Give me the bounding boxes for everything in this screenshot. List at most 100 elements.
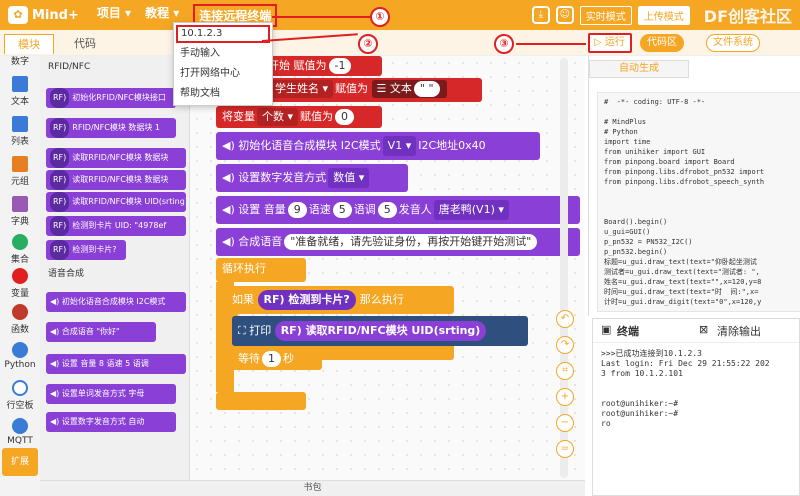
- palette-section-rfid: RFID/NFC: [48, 62, 91, 72]
- palette-block-rfid-read2[interactable]: RF) 读取RFID/NFC模块 数据块: [46, 170, 186, 190]
- code-view[interactable]: # -*- coding: UTF-8 -*- # MindPlus # Pyt…: [597, 92, 800, 312]
- terminal-title: 终端: [617, 325, 639, 338]
- speaker-icon: ◀): [222, 171, 239, 184]
- terminal-header: ▣ 终端 ⊠ 清除输出: [593, 319, 799, 343]
- annotation-marker-1: ①: [370, 7, 390, 27]
- tab-code[interactable]: 代码: [60, 34, 110, 54]
- file-system-button[interactable]: 文件系统: [706, 34, 760, 52]
- palette-block-rfid-uid[interactable]: RF) 读取RFID/NFC模块 UID(srting): [46, 192, 186, 212]
- tab-row: 模块 代码 代码区 文件系统: [0, 30, 800, 56]
- speaker-icon: ◀): [50, 389, 62, 398]
- category-list[interactable]: 列表: [0, 116, 40, 147]
- list-icon: [12, 116, 28, 132]
- code-panel-title: 自动生成: [589, 60, 689, 78]
- category-unihiker[interactable]: 行空板: [0, 380, 40, 411]
- backpack-bar[interactable]: 书包: [40, 480, 585, 496]
- speaker-icon: ◀): [222, 235, 239, 248]
- speaker-icon: ◀): [50, 417, 62, 426]
- palette-block-tts-speak[interactable]: ◀) 合成语音 "你好": [46, 322, 156, 342]
- read-uid-block[interactable]: RF) 读取RFID/NFC模块 UID(srting): [274, 321, 487, 341]
- mindplus-logo-icon: ✿: [8, 6, 28, 24]
- user-icon[interactable]: ☺: [555, 6, 574, 24]
- zoom-controls: ↶ ↷ ⌗ + − =: [556, 310, 576, 466]
- palette-block-tts-voice[interactable]: ◀) 设置 音量 8 语速 5 语调: [46, 354, 186, 374]
- play-icon: ▷: [594, 37, 605, 48]
- code-area-button[interactable]: 代码区: [640, 34, 684, 52]
- terminal-panel: ▣ 终端 ⊠ 清除输出 >>>已成功连接到10.1.2.3 Last login…: [592, 318, 800, 496]
- undo-icon[interactable]: ↶: [556, 310, 574, 328]
- block-print[interactable]: ⛶ 打印 RF) 读取RFID/NFC模块 UID(srting): [232, 316, 528, 346]
- block-tts-speak[interactable]: ◀) 合成语音 "准备就绪，请先验证身份，再按开始键开始测试": [216, 228, 580, 256]
- dropdown-item-ip[interactable]: 10.1.2.3: [176, 25, 270, 43]
- speaker-icon: ◀): [222, 203, 239, 216]
- category-tuple[interactable]: 元组: [0, 156, 40, 187]
- tuple-icon: [12, 156, 28, 172]
- run-button[interactable]: ▷ 运行: [588, 33, 632, 53]
- redo-icon[interactable]: ↷: [556, 336, 574, 354]
- speaker-icon: ◀): [222, 139, 239, 152]
- text-icon: [12, 76, 28, 92]
- category-python[interactable]: Python: [0, 342, 40, 370]
- extension-button[interactable]: 扩展: [2, 448, 38, 476]
- set-icon: [12, 234, 28, 250]
- block-set-var-2[interactable]: 学生姓名 ▾ 赋值为 ☰ 文本 " ": [262, 78, 482, 102]
- toolbar-right: ⤓ ☺ 实时模式 上传模式 DF创客社区: [531, 0, 792, 30]
- category-dict[interactable]: 字典: [0, 196, 40, 227]
- clear-output-button[interactable]: 清除输出: [717, 323, 761, 339]
- block-loop[interactable]: 循环执行: [216, 258, 306, 282]
- df-brand-watermark: DF创客社区: [703, 7, 792, 26]
- tab-modules[interactable]: 模块: [4, 34, 54, 54]
- text-list-icon: ☰: [376, 82, 390, 95]
- menu-project[interactable]: 项目 ▾: [91, 4, 137, 27]
- palette-block-rfid-write[interactable]: RF) RFID/NFC模块 数据块 1: [46, 118, 176, 138]
- palette-block-rfid-init[interactable]: RF) 初始化RFID/NFC模块接口: [46, 88, 176, 108]
- crop-icon[interactable]: ⌗: [556, 362, 574, 380]
- python-icon: ⛶: [238, 324, 250, 337]
- detect-card-block[interactable]: RF) 检测到卡片?: [257, 290, 356, 310]
- dropdown-item-network-center[interactable]: 打开网络中心: [174, 65, 272, 83]
- palette-block-rfid-detect-uid[interactable]: RF) 检测到卡片 UID: "4978ef: [46, 216, 186, 236]
- block-tts-digit-mode[interactable]: ◀) 设置数字发音方式 数值 ▾: [216, 164, 408, 192]
- block-loop-end: [216, 392, 306, 410]
- terminal-output[interactable]: >>>已成功连接到10.1.2.3 Last login: Fri Dec 29…: [601, 349, 797, 489]
- zoom-in-icon[interactable]: +: [556, 388, 574, 406]
- category-variable[interactable]: 变量: [0, 268, 40, 299]
- remote-terminal-dropdown: 10.1.2.3 手动输入 打开网络中心 帮助文档: [173, 22, 273, 106]
- palette-block-rfid-read1[interactable]: RF) 读取RFID/NFC模块 数据块: [46, 148, 186, 168]
- category-mqtt[interactable]: MQTT: [0, 418, 40, 446]
- palette-section-tts: 语音合成: [48, 269, 85, 279]
- category-number[interactable]: 数字: [0, 54, 40, 67]
- annotation-line-1: [272, 16, 370, 18]
- zoom-out-icon[interactable]: −: [556, 414, 574, 432]
- variable-icon: [12, 268, 28, 284]
- mqtt-icon: [12, 418, 28, 434]
- palette-block-tts-word[interactable]: ◀) 设置单词发音方式 字母: [46, 384, 176, 404]
- category-function[interactable]: 函数: [0, 304, 40, 335]
- app-logo: ✿ Mind+: [8, 6, 79, 24]
- block-set-var-3[interactable]: 将变量 个数 ▾ 赋值为 0: [216, 106, 382, 128]
- palette-block-tts-digit[interactable]: ◀) 设置数字发音方式 自动: [46, 412, 176, 432]
- block-wait[interactable]: 等待 1 秒: [232, 348, 322, 370]
- speaker-icon: ◀): [50, 297, 62, 306]
- annotation-marker-2: ②: [358, 34, 378, 54]
- upload-mode-button[interactable]: 上传模式: [637, 5, 690, 25]
- dropdown-item-manual[interactable]: 手动输入: [174, 45, 272, 63]
- save-icon[interactable]: ⤓: [531, 6, 550, 24]
- palette-block-tts-init[interactable]: ◀) 初始化语音合成模块 I2C模式: [46, 292, 186, 312]
- text-block[interactable]: ☰ 文本 " ": [371, 80, 447, 98]
- terminal-icon: ▣: [601, 323, 612, 336]
- category-set[interactable]: 集合: [0, 234, 40, 265]
- zoom-reset-icon[interactable]: =: [556, 440, 574, 458]
- block-if[interactable]: 如果 RF) 检测到卡片? 那么执行: [226, 286, 454, 314]
- realtime-mode-button[interactable]: 实时模式: [579, 5, 632, 25]
- dropdown-item-help[interactable]: 帮助文档: [174, 85, 272, 103]
- palette-block-rfid-detect[interactable]: RF) 检测到卡片?: [46, 240, 126, 260]
- clear-icon[interactable]: ⊠: [699, 323, 708, 336]
- top-bar: ✿ Mind+ 项目 ▾ 教程 ▾ 连接远程终端 ⤓ ☺ 实时模式 上传模式 DF…: [0, 0, 800, 30]
- block-tts-voice[interactable]: ◀) 设置 音量 9 语速 5 语调 5 发音人 唐老鸭(V1) ▾: [216, 196, 580, 224]
- block-set-var-1[interactable]: 开始 赋值为 -1: [262, 56, 382, 76]
- category-sidebar: 数字 文本 列表 元组 字典 集合 变量 函数 Python 行空板 MQTT: [0, 56, 40, 496]
- category-text[interactable]: 文本: [0, 76, 40, 107]
- block-tts-init[interactable]: ◀) 初始化语音合成模块 I2C模式 V1 ▾ I2C地址0x40: [216, 132, 540, 160]
- speaker-icon: ◀): [50, 359, 62, 368]
